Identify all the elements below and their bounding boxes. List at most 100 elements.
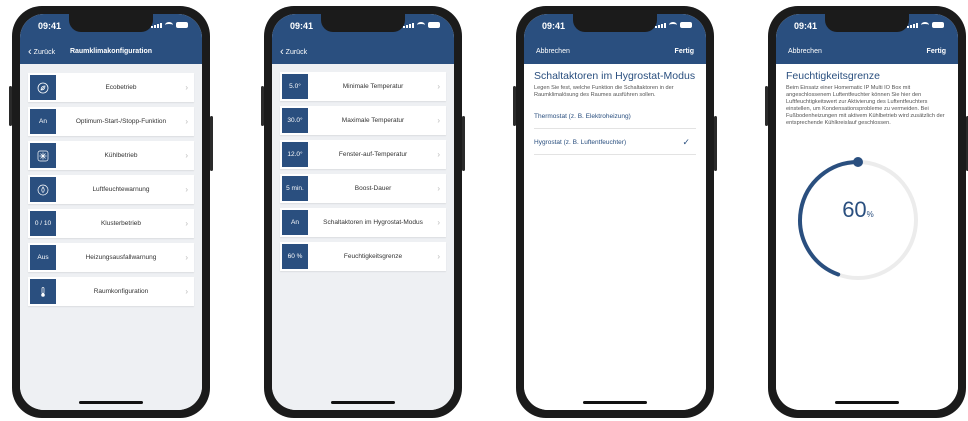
home-indicator[interactable] [583, 401, 647, 404]
signal-icon [151, 22, 162, 28]
item-label: Ecobetrieb [105, 84, 137, 91]
item-badge: Aus [30, 245, 56, 270]
item-label: Minimale Temperatur [342, 83, 404, 90]
notch [321, 14, 405, 32]
list-item-room-config[interactable]: Raumkonfiguration › [28, 277, 194, 306]
chevron-right-icon: › [437, 218, 440, 227]
top-bar: 09:41 ‹ Zurück [272, 14, 454, 64]
wifi-icon [669, 22, 677, 28]
item-badge: 12.0° [282, 142, 308, 167]
signal-icon [403, 22, 414, 28]
list-item-hygrostat-mode[interactable]: An Schaltaktoren im Hygrostat-Modus › [280, 208, 446, 237]
signal-icon [655, 22, 666, 28]
gauge-value: 60% [792, 197, 924, 223]
chevron-right-icon: › [437, 150, 440, 159]
top-bar: 09:41 ‹ Zurück Raumklimakonfiguration [20, 14, 202, 64]
screen-humidity-limit: 09:41 Abbrechen Fertig Feuchtigkeitsgren… [776, 14, 958, 410]
item-badge: 0 / 10 [30, 211, 56, 236]
item-badge: 30.0° [282, 108, 308, 133]
status-icons [151, 22, 188, 28]
list-item-eco[interactable]: Ecobetrieb › [28, 73, 194, 102]
item-badge: 5.0° [282, 74, 308, 99]
list-item-heating-failure[interactable]: Aus Heizungsausfallwarnung › [28, 243, 194, 272]
status-icons [907, 22, 944, 28]
option-label: Thermostat (z. B. Elektroheizung) [534, 113, 631, 120]
top-bar: 09:41 Abbrechen Fertig [776, 14, 958, 64]
battery-icon [428, 22, 440, 28]
wifi-icon [417, 22, 425, 28]
list-item-humidity-limit[interactable]: 60 % Feuchtigkeitsgrenze › [280, 242, 446, 271]
done-button[interactable]: Fertig [675, 48, 694, 55]
chevron-right-icon: › [185, 151, 188, 160]
list-item-humidity-warning[interactable]: Luftfeuchtewarnung › [28, 175, 194, 204]
item-label: Boost-Dauer [354, 185, 392, 192]
battery-icon [932, 22, 944, 28]
item-label: Fenster-auf-Temperatur [338, 151, 408, 158]
status-icons [403, 22, 440, 28]
chevron-right-icon: › [437, 82, 440, 91]
section-heading: Schaltaktoren im Hygrostat-Modus [534, 70, 696, 82]
home-indicator[interactable] [835, 401, 899, 404]
item-badge: 60 % [282, 244, 308, 269]
option-thermostat[interactable]: Thermostat (z. B. Elektroheizung) [534, 103, 696, 129]
notch [69, 14, 153, 32]
list-item-max-temp[interactable]: 30.0° Maximale Temperatur › [280, 106, 446, 135]
section-description: Legen Sie fest, welche Funktion die Scha… [534, 85, 674, 98]
notch [825, 14, 909, 32]
list-item-optimum[interactable]: An Optimum-Start-/Stopp-Funktion › [28, 107, 194, 136]
option-hygrostat[interactable]: Hygrostat (z. B. Luftentfeuchter) ✓ [534, 129, 696, 155]
snowflake-icon [30, 143, 56, 168]
item-label: Optimum-Start-/Stopp-Funktion [75, 118, 167, 125]
list-item-boost-duration[interactable]: 5 min. Boost-Dauer › [280, 174, 446, 203]
list-item-cooling[interactable]: Kühlbetrieb › [28, 141, 194, 170]
screen-hygrostat-mode: 09:41 Abbrechen Fertig Schaltaktoren im … [524, 14, 706, 410]
item-badge: An [30, 109, 56, 134]
page-title: Raumklimakonfiguration [69, 48, 153, 55]
notch [573, 14, 657, 32]
item-label: Schaltaktoren im Hygrostat-Modus [323, 219, 423, 226]
item-label: Heizungsausfallwarnung [85, 254, 157, 261]
content-panel: Schaltaktoren im Hygrostat-Modus Legen S… [524, 64, 706, 410]
checkmark-icon: ✓ [682, 137, 690, 147]
status-time: 09:41 [290, 21, 314, 31]
list-item-min-temp[interactable]: 5.0° Minimale Temperatur › [280, 72, 446, 101]
chevron-right-icon: › [185, 185, 188, 194]
chevron-right-icon: › [437, 184, 440, 193]
item-label: Maximale Temperatur [341, 117, 405, 124]
chevron-right-icon: › [185, 83, 188, 92]
item-badge: An [282, 210, 308, 235]
chevron-right-icon: › [185, 117, 188, 126]
chevron-right-icon: › [437, 252, 440, 261]
chevron-left-icon: ‹ [280, 46, 284, 58]
chevron-right-icon: › [437, 116, 440, 125]
item-label: Luftfeuchtewarnung [92, 186, 150, 193]
nav-row: ‹ Zurück [272, 46, 454, 60]
gauge-knob[interactable] [853, 157, 863, 167]
item-label: Kühlbetrieb [104, 152, 138, 159]
nav-row: Abbrechen Fertig [524, 46, 706, 60]
list-item-cluster[interactable]: 0 / 10 Klusterbetrieb › [28, 209, 194, 238]
gauge-unit: % [866, 210, 874, 219]
phone-2: 09:41 ‹ Zurück 5.0° Minimale Temperatur … [261, 6, 465, 418]
home-indicator[interactable] [79, 401, 143, 404]
droplet-icon [30, 177, 56, 202]
section-description: Beim Einsatz einer Homematic IP Multi IO… [786, 85, 945, 126]
home-indicator[interactable] [331, 401, 395, 404]
back-button[interactable]: ‹ Zurück [280, 46, 307, 58]
signal-icon [907, 22, 918, 28]
chevron-right-icon: › [185, 219, 188, 228]
nav-row: ‹ Zurück Raumklimakonfiguration [20, 46, 202, 60]
status-time: 09:41 [38, 21, 62, 31]
cancel-button[interactable]: Abbrechen [788, 48, 822, 55]
battery-icon [680, 22, 692, 28]
screen-thresholds: 09:41 ‹ Zurück 5.0° Minimale Temperatur … [272, 14, 454, 410]
phone-4: 09:41 Abbrechen Fertig Feuchtigkeitsgren… [765, 6, 968, 418]
list-item-window-open-temp[interactable]: 12.0° Fenster-auf-Temperatur › [280, 140, 446, 169]
done-button[interactable]: Fertig [927, 48, 946, 55]
gauge-number: 60 [842, 197, 867, 222]
settings-list: 5.0° Minimale Temperatur › 30.0° Maximal… [272, 64, 454, 410]
humidity-gauge[interactable]: 60% [792, 154, 924, 286]
screen-room-climate-config: 09:41 ‹ Zurück Raumklimakonfiguration Ec… [20, 14, 202, 410]
status-icons [655, 22, 692, 28]
cancel-button[interactable]: Abbrechen [536, 48, 570, 55]
